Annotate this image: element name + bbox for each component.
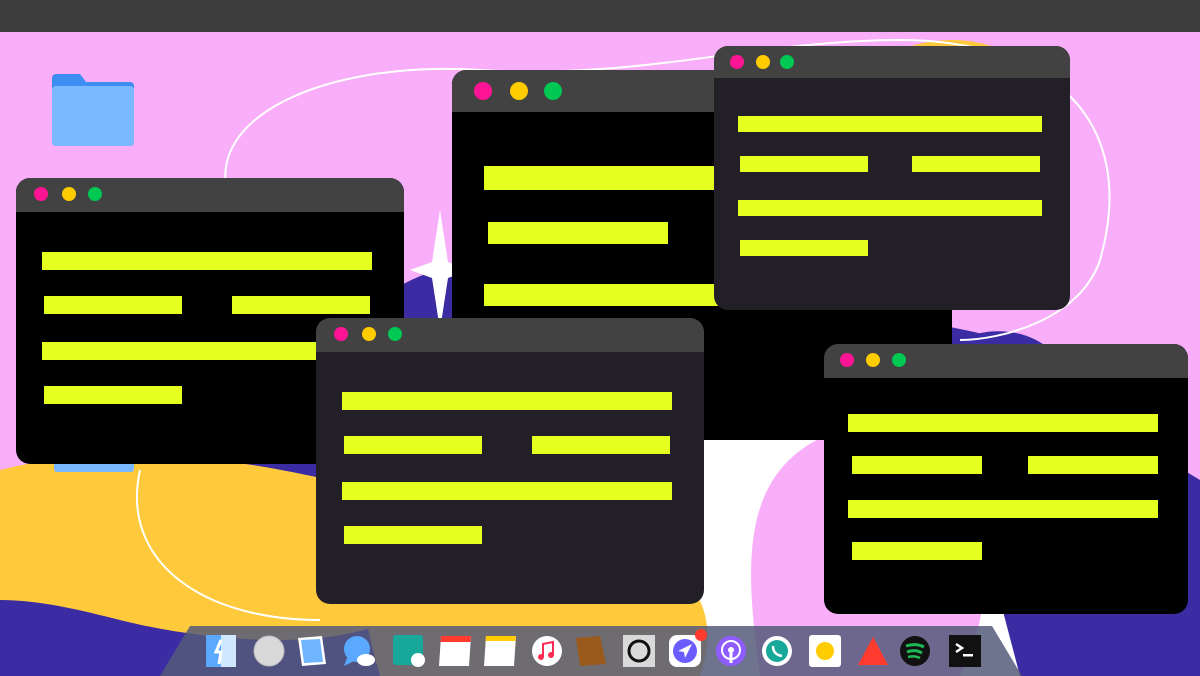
messages-icon[interactable] [342, 634, 376, 668]
text-line [740, 156, 868, 172]
warning-triangle-icon[interactable] [856, 634, 890, 668]
maximize-dot[interactable] [388, 327, 402, 341]
text-line [344, 526, 482, 544]
maximize-dot[interactable] [780, 55, 794, 69]
preview-icon[interactable] [294, 634, 328, 668]
close-dot[interactable] [840, 353, 854, 367]
text-line [852, 542, 982, 560]
minimize-dot[interactable] [756, 55, 770, 69]
minimize-dot[interactable] [362, 327, 376, 341]
text-line [738, 116, 1042, 132]
text-line [740, 240, 868, 256]
spotify-icon[interactable] [898, 634, 932, 668]
close-dot[interactable] [334, 327, 348, 341]
notification-badge [695, 629, 707, 641]
text-line [488, 222, 668, 244]
whatsapp-icon[interactable] [760, 634, 794, 668]
maximize-dot[interactable] [88, 187, 102, 201]
minimize-dot[interactable] [510, 82, 528, 100]
text-line [342, 392, 672, 410]
text-line [848, 500, 1158, 518]
circle-app-icon[interactable] [252, 634, 286, 668]
terminal-window-bottom-right[interactable] [824, 344, 1188, 614]
calendar-icon[interactable] [438, 634, 472, 668]
window-content [316, 352, 704, 604]
close-dot[interactable] [730, 55, 744, 69]
folder-icon[interactable] [50, 72, 136, 153]
finder-icon[interactable] [204, 634, 238, 668]
menu-bar [0, 0, 1200, 32]
text-line [42, 252, 372, 270]
close-dot[interactable] [34, 187, 48, 201]
minimize-dot[interactable] [62, 187, 76, 201]
navigation-icon[interactable] [668, 629, 707, 668]
text-line [342, 482, 672, 500]
maximize-dot[interactable] [544, 82, 562, 100]
text-line [484, 166, 724, 190]
terminal-icon[interactable] [948, 634, 982, 668]
window-titlebar[interactable] [16, 178, 404, 212]
text-line [484, 284, 724, 306]
window-content [824, 378, 1188, 614]
text-line [1028, 456, 1158, 474]
text-line [44, 296, 182, 314]
terminal-window-top-right[interactable] [714, 46, 1070, 310]
window-titlebar[interactable] [824, 344, 1188, 378]
text-line [738, 200, 1042, 216]
text-line [232, 296, 370, 314]
text-line [532, 436, 670, 454]
minimize-dot[interactable] [866, 353, 880, 367]
window-titlebar[interactable] [316, 318, 704, 352]
text-line [344, 436, 482, 454]
camera-icon[interactable] [622, 634, 656, 668]
music-icon[interactable] [530, 634, 564, 668]
close-dot[interactable] [474, 82, 492, 100]
text-line [848, 414, 1158, 432]
podcasts-icon[interactable] [714, 634, 748, 668]
yellow-dot-app-icon[interactable] [808, 634, 842, 668]
window-titlebar[interactable] [714, 46, 1070, 78]
text-line [852, 456, 982, 474]
text-line [912, 156, 1040, 172]
facetime-icon[interactable] [392, 634, 426, 668]
window-content [714, 78, 1070, 310]
terminal-window-center-front[interactable] [316, 318, 704, 604]
books-icon[interactable] [574, 634, 608, 668]
maximize-dot[interactable] [892, 353, 906, 367]
notes-icon[interactable] [482, 634, 516, 668]
text-line [44, 386, 182, 404]
